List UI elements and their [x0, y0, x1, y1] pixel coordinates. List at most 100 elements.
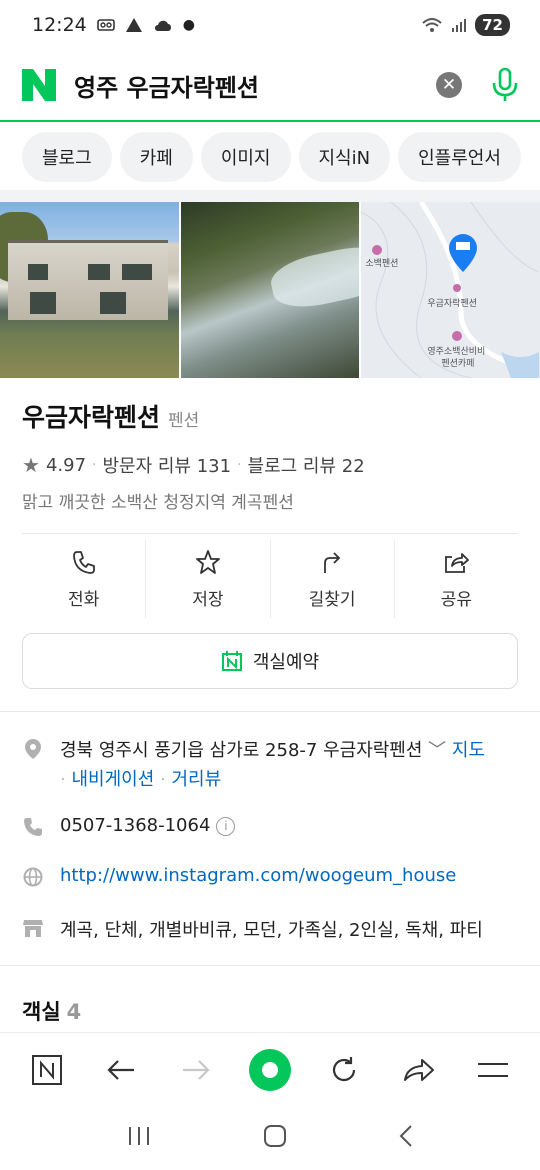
arrow-right-icon [182, 1059, 210, 1080]
tab-kin[interactable]: 지식iN [298, 132, 391, 182]
place-category: 펜션 [168, 411, 200, 431]
visitor-reviews-link[interactable]: 방문자 리뷰 131 [102, 452, 231, 478]
arrow-left-icon [107, 1059, 135, 1080]
status-bar: 12:24 ● 72 [0, 0, 540, 50]
microphone-icon [492, 67, 518, 101]
chevron-left-icon [399, 1125, 413, 1147]
info-icon[interactable]: i [216, 816, 236, 836]
navigation-link[interactable]: 내비게이션 [71, 769, 154, 790]
naver-booking-icon [221, 651, 242, 671]
green-dot-icon [248, 1048, 291, 1091]
location-map-thumbnail[interactable]: 소백펜션 우금자락펜션 영주소백산비비 펜션카페 [361, 202, 540, 378]
wifi-icon [421, 16, 443, 34]
forward-button[interactable] [171, 1045, 221, 1095]
directions-label: 길찾기 [308, 589, 356, 610]
home-button[interactable] [263, 1124, 287, 1152]
share-page-button[interactable] [394, 1045, 444, 1095]
streetview-link[interactable]: 거리뷰 [171, 769, 221, 790]
section-divider [0, 711, 540, 712]
browser-toolbar [0, 1032, 540, 1106]
place-name[interactable]: 우금자락펜션 [22, 398, 160, 434]
star-icon: ★ [22, 453, 40, 477]
map-label-cafe-line2: 펜션카페 [441, 359, 475, 369]
globe-icon [22, 865, 44, 887]
divider [22, 533, 518, 534]
status-time: 12:24 [32, 14, 87, 36]
place-summary: 우금자락펜션 펜션 ★ 4.97 · 방문자 리뷰 131 · 블로그 리뷰 2… [22, 398, 518, 513]
rooms-title: 객실 [22, 1000, 61, 1024]
amenities-row: 계곡, 단체, 개별바비큐, 모던, 가족실, 2인실, 독채, 파티 [22, 916, 522, 942]
search-input[interactable]: 영주 우금자락펜션 [74, 68, 436, 103]
save-label: 저장 [192, 589, 224, 610]
share-arrow-icon [403, 1058, 434, 1081]
battery-indicator: 72 [475, 14, 510, 36]
close-icon: ✕ [441, 75, 457, 95]
rating-value: 4.97 [45, 454, 87, 476]
back-button[interactable] [96, 1045, 146, 1095]
website-row: http://www.instagram.com/woogeum_house [22, 865, 522, 887]
call-button[interactable]: 전화 [22, 540, 147, 618]
voice-search-button[interactable] [490, 67, 520, 103]
rooms-section-title: 객실 4 [22, 996, 81, 1026]
place-actions: 전화 저장 길찾기 공유 [22, 540, 518, 618]
reload-button[interactable] [319, 1045, 369, 1095]
place-description: 맑고 깨끗한 소백산 청정지역 계곡펜션 [22, 493, 294, 513]
recent-apps-button[interactable] [126, 1125, 152, 1151]
room-reservation-button[interactable]: 객실예약 [22, 633, 518, 689]
refresh-icon [333, 1056, 356, 1081]
phone-row: 0507-1368-1064 i [22, 815, 522, 837]
tab-influencer[interactable]: 인플루언서 [398, 132, 521, 182]
voicemail-icon [96, 18, 115, 32]
map-label-woogeum: 우금자락펜션 [427, 299, 478, 309]
tab-image[interactable]: 이미지 [200, 132, 291, 182]
green-dot-home-button[interactable] [245, 1045, 295, 1095]
share-label: 공유 [440, 589, 473, 610]
system-navigation-bar [0, 1106, 540, 1170]
more-notifications-dot: ● [182, 17, 195, 33]
phone-number[interactable]: 0507-1368-1064 [60, 815, 210, 836]
share-icon [445, 552, 470, 573]
separator-dot: · [60, 769, 66, 790]
recent-apps-icon [128, 1127, 149, 1145]
tab-cafe[interactable]: 카페 [119, 132, 193, 182]
section-divider [0, 965, 540, 966]
map-link[interactable]: 지도 [452, 740, 485, 761]
cloud-notification-icon [153, 17, 173, 33]
place-photo-strip: 소백펜션 우금자락펜션 영주소백산비비 펜션카페 [0, 202, 540, 378]
amenities-text: 계곡, 단체, 개별바비큐, 모던, 가족실, 2인실, 독채, 파티 [60, 920, 483, 941]
star-outline-icon [195, 549, 220, 574]
naver-logo-icon[interactable] [20, 67, 58, 103]
naver-home-button[interactable] [22, 1045, 72, 1095]
valley-stream-photo[interactable] [180, 202, 360, 378]
directions-icon [324, 551, 341, 573]
search-bar: 영주 우금자락펜션 ✕ [0, 50, 540, 122]
map-label-sobaek: 소백펜션 [365, 259, 399, 269]
separator-dot: · [160, 769, 166, 790]
home-icon [263, 1125, 286, 1147]
review-stats: ★ 4.97 · 방문자 리뷰 131 · 블로그 리뷰 22 [22, 452, 518, 478]
back-nav-button[interactable] [398, 1124, 414, 1152]
save-button[interactable]: 저장 [146, 540, 271, 618]
reserve-label: 객실예약 [252, 652, 320, 673]
call-label: 전화 [67, 589, 100, 610]
rooms-count: 4 [66, 1000, 82, 1024]
website-link[interactable]: http://www.instagram.com/woogeum_house [60, 865, 456, 886]
battery-level: 72 [482, 16, 503, 34]
share-button[interactable]: 공유 [395, 540, 518, 618]
blog-reviews-link[interactable]: 블로그 리뷰 22 [248, 452, 365, 478]
clear-search-button[interactable]: ✕ [436, 72, 462, 98]
phone-icon [72, 550, 95, 574]
search-category-tabs: 블로그 카페 이미지 지식iN 인플루언서 [0, 124, 540, 190]
tab-blog[interactable]: 블로그 [22, 132, 112, 182]
separator-dot: · [92, 457, 97, 473]
menu-button[interactable] [468, 1045, 518, 1095]
address-row: 경북 영주시 풍기읍 삼가로 258-7 우금자락펜션 ﹀ 지도 · 내비게이션… [22, 736, 522, 794]
chevron-down-icon[interactable]: ﹀ [428, 740, 452, 761]
pension-exterior-photo[interactable] [0, 202, 179, 378]
phone-icon [22, 815, 44, 837]
section-gap [0, 190, 540, 202]
store-icon [22, 916, 44, 938]
hamburger-menu-icon [477, 1062, 508, 1077]
directions-button[interactable]: 길찾기 [271, 540, 395, 618]
naver-n-icon [32, 1054, 63, 1085]
